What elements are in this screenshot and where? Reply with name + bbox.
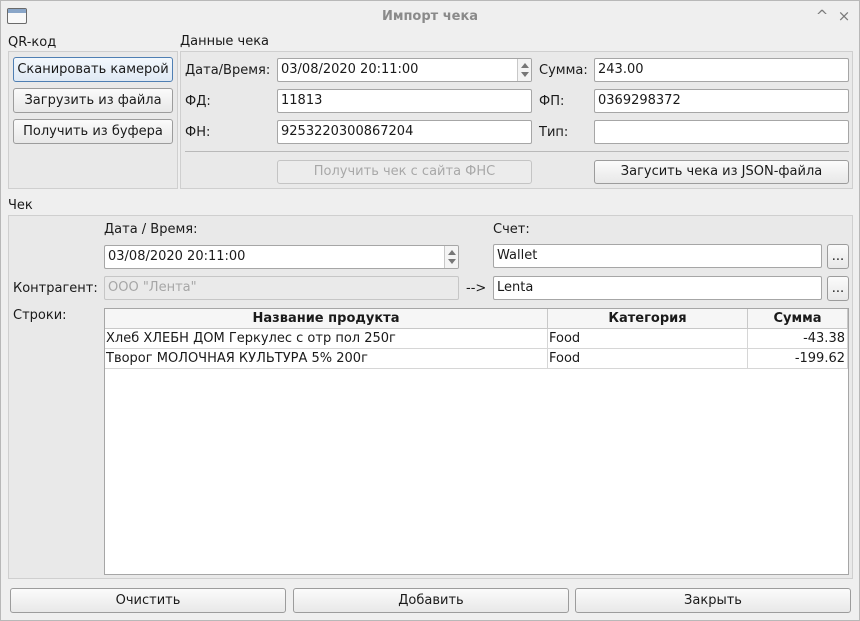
counterparty-field[interactable]: ООО "Лента" bbox=[104, 276, 459, 300]
receipt-datetime-field[interactable]: 03/08/2020 20:11:00 bbox=[277, 58, 532, 82]
qr-group-title: QR-код bbox=[8, 35, 57, 50]
counterparty-mapped-field[interactable]: Lenta bbox=[493, 276, 822, 300]
fp-field[interactable]: 0369298372 bbox=[594, 89, 849, 113]
cell-sum[interactable]: -43.38 bbox=[748, 329, 848, 349]
check-datetime-label: Дата / Время: bbox=[104, 222, 198, 237]
close-icon[interactable]: × bbox=[835, 7, 853, 25]
datetime-spinner[interactable] bbox=[517, 59, 531, 81]
load-from-file-button[interactable]: Загрузить из файла bbox=[13, 88, 173, 113]
cell-category[interactable]: Food bbox=[548, 329, 748, 349]
clear-button[interactable]: Очистить bbox=[10, 588, 286, 613]
counterparty-label: Контрагент: bbox=[13, 281, 98, 296]
sum-field[interactable]: 243.00 bbox=[594, 58, 849, 82]
datetime-label: Дата/Время: bbox=[185, 63, 271, 78]
import-receipt-window: Импорт чека ^ × QR-код Сканировать камер… bbox=[0, 0, 860, 621]
table-row[interactable]: Творог МОЛОЧНАЯ КУЛЬТУРА 5% 200г Food -1… bbox=[105, 349, 848, 369]
close-button[interactable]: Закрыть bbox=[575, 588, 851, 613]
spin-down-icon[interactable] bbox=[448, 259, 456, 264]
receipt-datetime-value: 03/08/2020 20:11:00 bbox=[281, 62, 419, 77]
check-datetime-field[interactable]: 03/08/2020 20:11:00 bbox=[104, 245, 459, 269]
fn-field[interactable]: 9253220300867204 bbox=[277, 120, 532, 144]
fd-field[interactable]: 11813 bbox=[277, 89, 532, 113]
cell-sum[interactable]: -199.62 bbox=[748, 349, 848, 369]
arrow-label: --> bbox=[466, 281, 487, 296]
sum-label: Сумма: bbox=[539, 63, 588, 78]
spin-down-icon[interactable] bbox=[521, 72, 529, 77]
fn-label: ФН: bbox=[185, 125, 211, 140]
fp-label: ФП: bbox=[539, 94, 565, 109]
fd-label: ФД: bbox=[185, 94, 211, 109]
account-field[interactable]: Wallet bbox=[493, 244, 822, 268]
column-header-category[interactable]: Категория bbox=[548, 309, 748, 329]
account-select-button[interactable]: ... bbox=[827, 244, 849, 269]
cell-product-name[interactable]: Хлеб ХЛЕБН ДОМ Геркулес с отр пол 250г bbox=[105, 329, 548, 349]
table-row[interactable]: Хлеб ХЛЕБН ДОМ Геркулес с отр пол 250г F… bbox=[105, 329, 848, 349]
window-title: Импорт чека bbox=[381, 9, 479, 24]
cell-product-name[interactable]: Творог МОЛОЧНАЯ КУЛЬТУРА 5% 200г bbox=[105, 349, 548, 369]
receipt-data-title: Данные чека bbox=[180, 34, 270, 49]
spin-up-icon[interactable] bbox=[448, 250, 456, 255]
load-json-button[interactable]: Загусить чека из JSON-файла bbox=[594, 160, 849, 184]
check-datetime-value: 03/08/2020 20:11:00 bbox=[108, 249, 246, 264]
cell-category[interactable]: Food bbox=[548, 349, 748, 369]
type-label: Тип: bbox=[539, 125, 569, 140]
counterparty-select-button[interactable]: ... bbox=[827, 276, 849, 301]
check-group-title: Чек bbox=[8, 198, 33, 213]
scan-camera-button[interactable]: Сканировать камерой bbox=[13, 57, 173, 82]
column-header-name[interactable]: Название продукта bbox=[105, 309, 548, 329]
add-button[interactable]: Добавить bbox=[293, 588, 569, 613]
account-label: Счет: bbox=[493, 222, 530, 237]
get-from-clipboard-button[interactable]: Получить из буфера bbox=[13, 119, 173, 144]
spin-up-icon[interactable] bbox=[521, 63, 529, 68]
title-bar: Импорт чека ^ × bbox=[1, 1, 859, 32]
table-header: Название продукта Категория Сумма bbox=[105, 309, 848, 329]
collapse-icon[interactable]: ^ bbox=[813, 7, 831, 25]
get-receipt-fns-button[interactable]: Получить чек с сайта ФНС bbox=[277, 160, 532, 184]
lines-table[interactable]: Название продукта Категория Сумма Хлеб Х… bbox=[104, 308, 849, 575]
receipt-divider bbox=[185, 151, 849, 152]
lines-label: Строки: bbox=[13, 308, 67, 323]
check-datetime-spinner[interactable] bbox=[444, 246, 458, 268]
type-field[interactable] bbox=[594, 120, 849, 144]
column-header-sum[interactable]: Сумма bbox=[748, 309, 848, 329]
